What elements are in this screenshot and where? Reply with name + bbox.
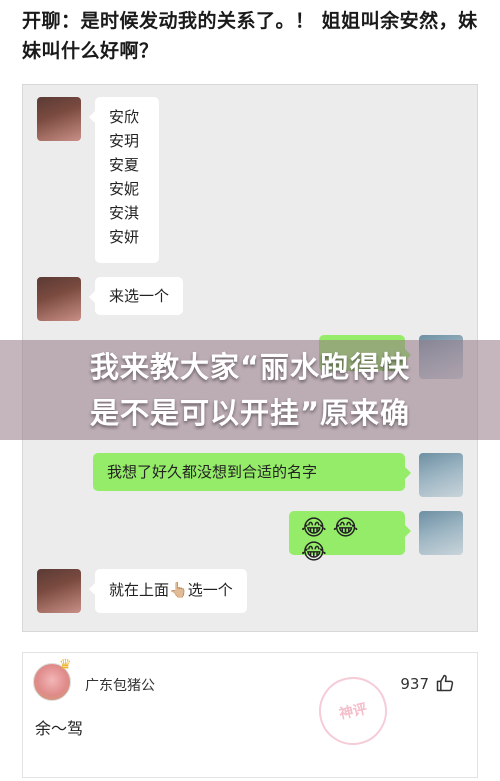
god-comment-stamp: 神评 <box>312 670 394 752</box>
comment-card[interactable]: ♛ 广东包猪公 神评 937 余～驾 <box>22 652 478 778</box>
overlay-line: 我来教大家“丽水跑得快 <box>89 350 411 384</box>
message-bubble: 来选一个 <box>88 277 184 315</box>
overlay-headline: 我来教大家“丽水跑得快 是不是可以开挂”原来确 <box>0 344 500 436</box>
sender-avatar <box>37 277 81 321</box>
like-count: 937 <box>400 675 429 693</box>
commenter-name[interactable]: 广东包猪公 <box>85 675 155 695</box>
thumbs-up-icon[interactable] <box>435 673 455 693</box>
message-text-suffix: 选一个 <box>187 581 233 599</box>
names-bubble: 安欣 安玥 安夏 安妮 安淇 安妍 <box>89 97 159 263</box>
name-item: 安欣 <box>109 108 140 126</box>
pointing-up-icon: 👆🏼 <box>169 581 188 599</box>
message-bubble: 就在上面👆🏼选一个 <box>89 569 247 613</box>
name-item: 安妮 <box>109 180 140 198</box>
sender-avatar <box>37 569 81 613</box>
post-title: 开聊：是时候发动我的关系了。！ 姐姐叫余安然，妹妹叫什么好啊？ <box>22 10 478 62</box>
name-item: 安夏 <box>109 156 140 174</box>
message-text-prefix: 就在上面 <box>109 581 170 599</box>
emoji-bubble: 😂😂😂 <box>289 511 411 565</box>
name-item: 安淇 <box>109 204 140 222</box>
message-bubble: 我想了好久都没想到合适的名字 <box>93 453 411 491</box>
self-avatar <box>419 511 463 555</box>
crown-icon: ♛ <box>59 657 72 673</box>
name-item: 安妍 <box>109 228 140 246</box>
self-avatar <box>419 453 463 497</box>
name-item: 安玥 <box>109 132 140 150</box>
overlay-line: 是不是可以开挂”原来确 <box>89 396 411 430</box>
comment-text: 余～驾 <box>35 719 84 738</box>
sender-avatar <box>37 97 81 141</box>
